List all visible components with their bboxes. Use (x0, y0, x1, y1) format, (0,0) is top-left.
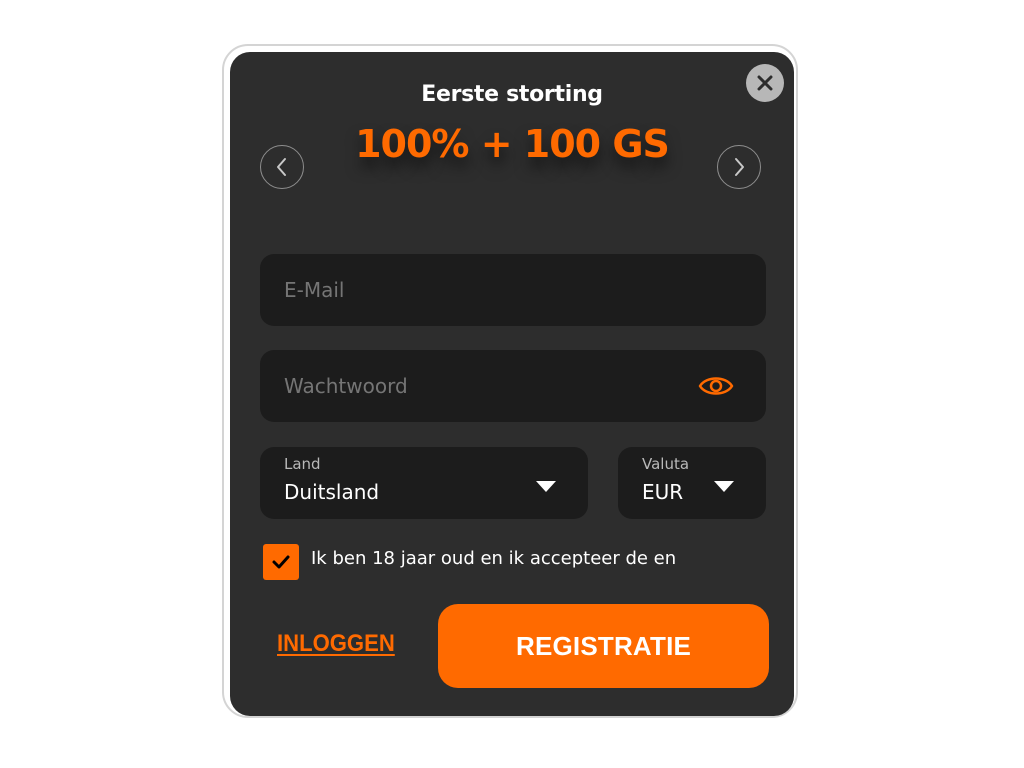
registration-modal: Eerste storting 100% + 100 GS Land Duits… (230, 52, 794, 716)
currency-value: EUR (642, 480, 684, 504)
currency-label: Valuta (642, 455, 690, 473)
next-promo-button[interactable] (717, 145, 761, 189)
currency-select[interactable]: Valuta EUR (618, 447, 766, 519)
caret-down-icon (714, 481, 734, 492)
register-button[interactable]: REGISTRATIE (438, 604, 769, 688)
country-label: Land (284, 455, 321, 473)
caret-down-icon (536, 481, 556, 492)
country-select[interactable]: Land Duitsland (260, 447, 588, 519)
previous-promo-button[interactable] (260, 145, 304, 189)
eye-icon (698, 377, 734, 395)
chevron-right-icon (735, 158, 744, 176)
password-field-container (260, 350, 766, 422)
password-input[interactable] (284, 350, 684, 422)
chevron-left-icon (277, 158, 286, 176)
checkmark-icon (272, 555, 290, 569)
promo-bonus: 100% + 100 GS (355, 122, 670, 166)
email-field-container (260, 254, 766, 326)
terms-text: Ik ben 18 jaar oud en ik accepteer de en (311, 548, 677, 569)
email-input[interactable] (284, 254, 744, 326)
country-value: Duitsland (284, 480, 380, 504)
promo-title: Eerste storting (421, 82, 603, 107)
password-visibility-toggle[interactable] (698, 370, 734, 402)
terms-checkbox[interactable] (263, 544, 299, 580)
login-link[interactable]: INLOGGEN (277, 630, 395, 658)
